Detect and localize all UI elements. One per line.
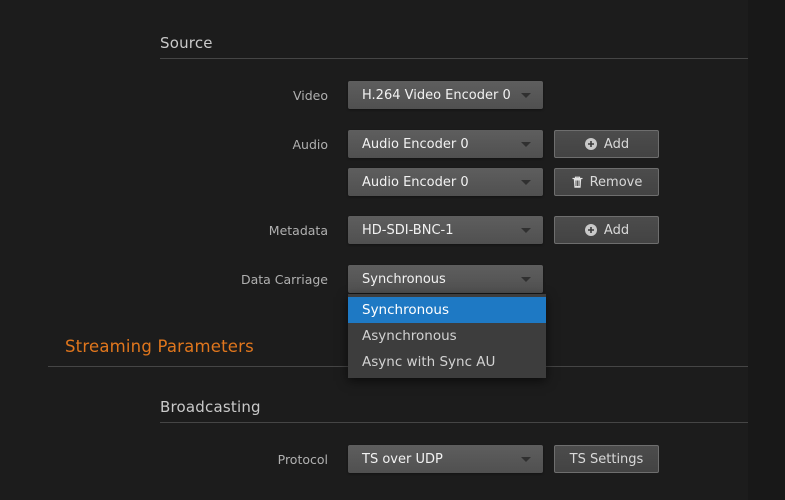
audio-source-dropdown-2[interactable]: Audio Encoder 0 [348,168,543,196]
data-carriage-label: Data Carriage [120,272,328,287]
broadcasting-section-header: Broadcasting [160,398,748,423]
audio-source-dropdown-1[interactable]: Audio Encoder 0 [348,130,543,158]
caret-down-icon [521,457,531,462]
remove-audio-button-label: Remove [590,175,643,190]
metadata-label: Metadata [120,223,328,238]
encoder-settings-page: Source Video H.264 Video Encoder 0 Audio… [0,0,785,500]
remove-audio-button[interactable]: Remove [554,168,659,196]
caret-down-icon [521,142,531,147]
caret-down-icon [521,277,531,282]
data-carriage-dropdown[interactable]: Synchronous [348,265,543,293]
streaming-parameters-section-title: Streaming Parameters [65,337,254,356]
source-section-header: Source [160,34,748,59]
data-carriage-options-menu: Synchronous Asynchronous Async with Sync… [348,294,546,378]
audio-source-1-selected-value: Audio Encoder 0 [348,137,469,152]
circle-plus-icon [584,137,598,151]
settings-form-panel: Source Video H.264 Video Encoder 0 Audio… [0,0,748,500]
video-source-dropdown[interactable]: H.264 Video Encoder 0 [348,81,543,109]
add-metadata-button-label: Add [604,223,629,238]
menu-option-synchronous[interactable]: Synchronous [348,297,546,323]
menu-option-asynchronous[interactable]: Asynchronous [348,323,546,349]
circle-plus-icon [584,223,598,237]
ts-settings-button-label: TS Settings [570,452,644,467]
audio-source-2-selected-value: Audio Encoder 0 [348,175,469,190]
caret-down-icon [521,228,531,233]
menu-option-async-with-sync-au[interactable]: Async with Sync AU [348,349,546,375]
broadcasting-section-title: Broadcasting [160,398,261,416]
trash-icon [571,175,584,189]
protocol-selected-value: TS over UDP [348,452,443,467]
protocol-label: Protocol [120,452,328,467]
video-source-selected-value: H.264 Video Encoder 0 [348,88,511,103]
caret-down-icon [521,93,531,98]
add-audio-button-label: Add [604,137,629,152]
metadata-selected-value: HD-SDI-BNC-1 [348,223,453,238]
ts-settings-button[interactable]: TS Settings [554,445,659,473]
data-carriage-selected-value: Synchronous [348,272,446,287]
add-metadata-button[interactable]: Add [554,216,659,244]
audio-label: Audio [120,137,328,152]
source-section-title: Source [160,34,213,52]
metadata-source-dropdown[interactable]: HD-SDI-BNC-1 [348,216,543,244]
protocol-dropdown[interactable]: TS over UDP [348,445,543,473]
video-label: Video [120,88,328,103]
caret-down-icon [521,180,531,185]
add-audio-button[interactable]: Add [554,130,659,158]
